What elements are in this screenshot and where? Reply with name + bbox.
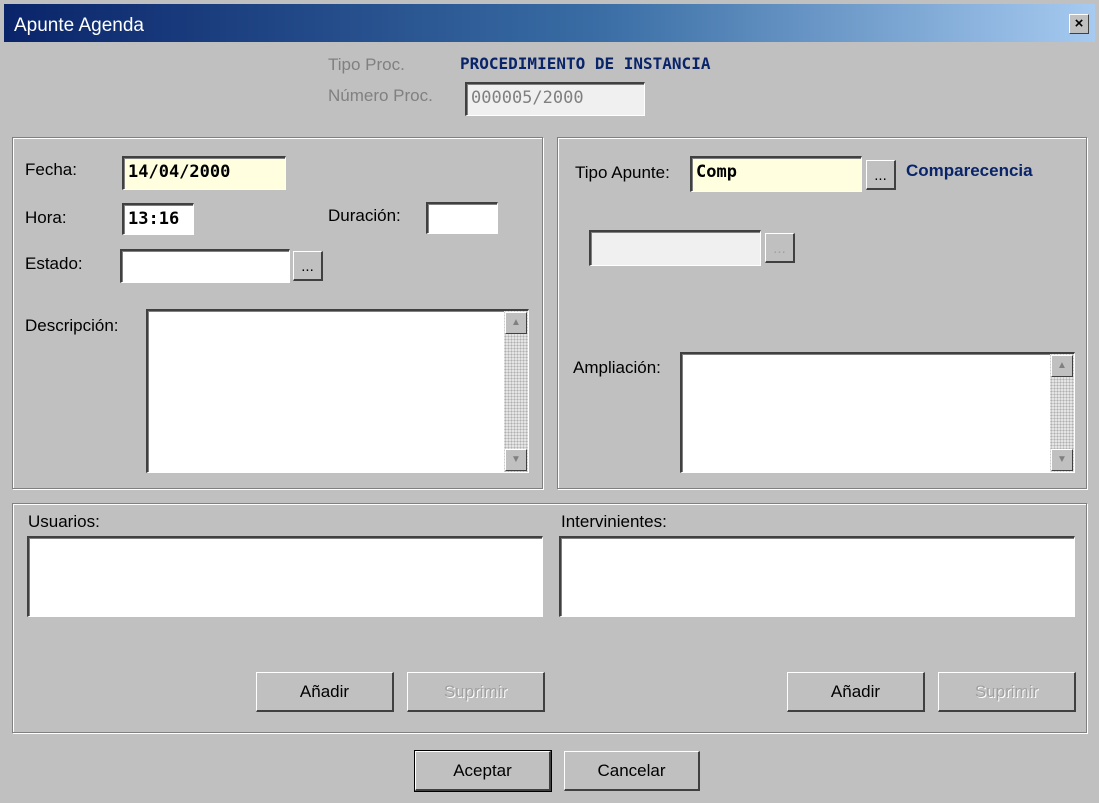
cancel-button[interactable]: Cancelar — [564, 751, 700, 791]
scroll-down-icon[interactable]: ▼ — [505, 449, 527, 471]
intervinientes-label: Intervinientes: — [561, 512, 667, 531]
tipo-proc-label: Tipo Proc. — [328, 55, 405, 74]
tipo-apunte-lookup-button[interactable]: ... — [866, 160, 896, 190]
intervinientes-add-button[interactable]: Añadir — [787, 672, 925, 712]
tipo-apunte-label: Tipo Apunte: — [575, 163, 670, 182]
fecha-field[interactable]: 14/04/2000 — [122, 156, 286, 190]
duracion-label: Duración: — [328, 206, 401, 225]
close-icon[interactable]: × — [1069, 14, 1089, 34]
tipo-proc-value: PROCEDIMIENTO DE INSTANCIA — [460, 54, 711, 73]
estado-field[interactable] — [120, 249, 290, 283]
secondary-lookup-button[interactable]: ... — [765, 233, 795, 263]
usuarios-list[interactable] — [27, 536, 543, 617]
usuarios-add-button[interactable]: Añadir — [256, 672, 394, 712]
numero-proc-field[interactable]: 000005/2000 — [465, 82, 645, 116]
numero-proc-label: Número Proc. — [328, 86, 433, 105]
window-title: Apunte Agenda — [14, 15, 144, 36]
scroll-down-icon[interactable]: ▼ — [1051, 449, 1073, 471]
tipo-apunte-description: Comparecencia — [906, 161, 1033, 180]
accept-button[interactable]: Aceptar — [414, 750, 552, 792]
descripcion-textarea[interactable]: ▲ ▼ — [146, 309, 529, 473]
tipo-apunte-field[interactable]: Comp — [690, 156, 862, 192]
fecha-label: Fecha: — [25, 160, 77, 179]
estado-lookup-button[interactable]: ... — [293, 251, 323, 281]
title-bar[interactable]: Apunte Agenda × — [4, 4, 1095, 42]
scroll-up-icon[interactable]: ▲ — [1051, 355, 1073, 377]
ampliacion-label: Ampliación: — [573, 358, 661, 377]
duracion-field[interactable] — [426, 202, 498, 234]
apunte-agenda-dialog: Apunte Agenda × Tipo Proc. PROCEDIMIENTO… — [0, 0, 1099, 803]
ampliacion-scrollbar[interactable]: ▲ ▼ — [1050, 354, 1074, 472]
secondary-field[interactable] — [589, 230, 761, 266]
hora-field[interactable]: 13:16 — [122, 203, 194, 235]
usuarios-label: Usuarios: — [28, 512, 100, 531]
hora-label: Hora: — [25, 208, 67, 227]
usuarios-remove-button[interactable]: Suprimir — [407, 672, 545, 712]
ampliacion-textarea[interactable]: ▲ ▼ — [680, 352, 1075, 473]
descripcion-scrollbar[interactable]: ▲ ▼ — [504, 311, 528, 472]
intervinientes-remove-button[interactable]: Suprimir — [938, 672, 1076, 712]
scroll-up-icon[interactable]: ▲ — [505, 312, 527, 334]
intervinientes-list[interactable] — [559, 536, 1075, 617]
estado-label: Estado: — [25, 254, 83, 273]
descripcion-label: Descripción: — [25, 316, 119, 335]
